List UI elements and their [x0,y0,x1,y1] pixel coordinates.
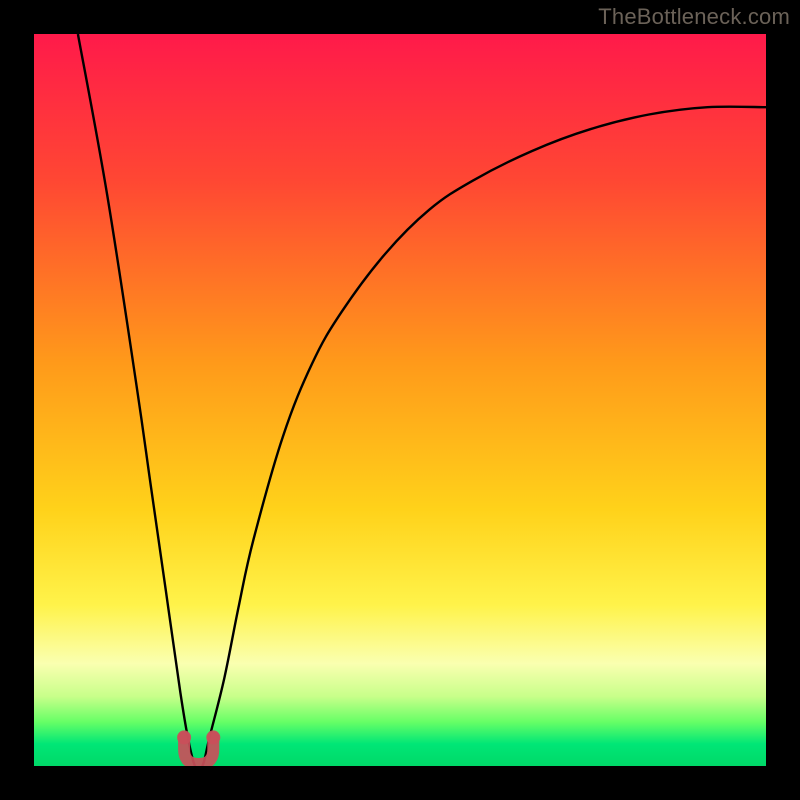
chart-svg [0,0,800,800]
plot-background [34,34,766,766]
watermark-text: TheBottleneck.com [598,4,790,30]
chart-frame: TheBottleneck.com [0,0,800,800]
